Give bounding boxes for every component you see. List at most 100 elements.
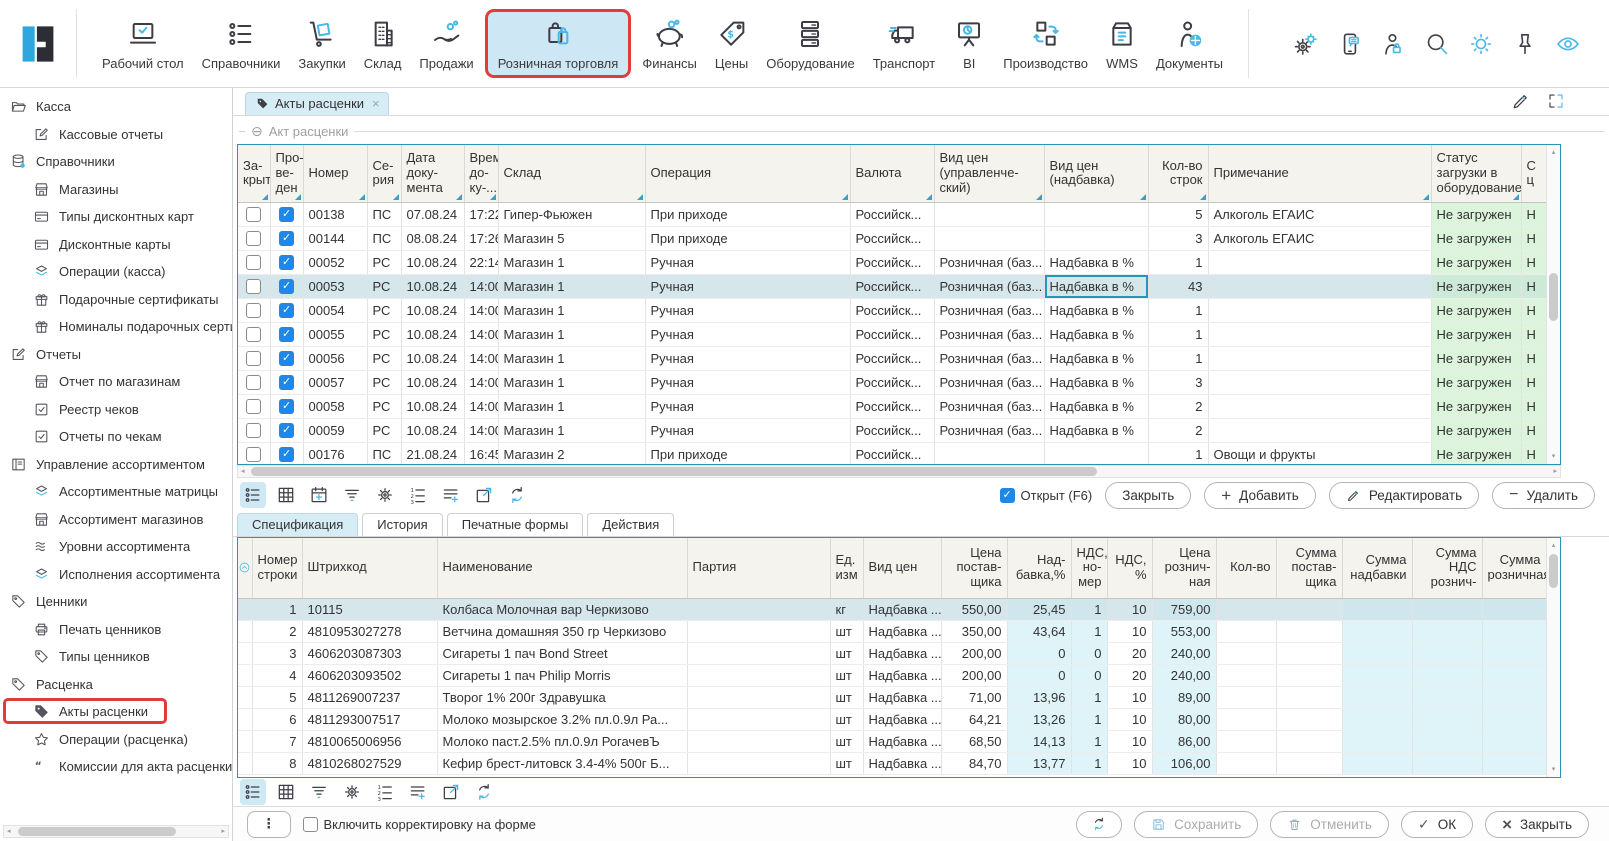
column-header[interactable]: Ед. изм [830,538,863,598]
closed-checkbox[interactable] [246,231,261,246]
column-header[interactable]: Вид цен [863,538,941,598]
calendar-icon[interactable] [306,482,332,508]
refresh-button[interactable] [1076,811,1122,838]
column-header[interactable]: Врем до-ку-... [464,145,498,202]
acts-vertical-scrollbar[interactable]: ▴ ▾ [1546,145,1560,464]
close-form-button[interactable]: Закрыть [1485,811,1589,838]
sidebar-item-print-price-tags[interactable]: Печать ценников [0,616,232,644]
spec-table-row[interactable]: 74810065006956Молоко паст.2.5% пл.0.9л Р… [238,730,1546,752]
add-button[interactable]: Добавить [1204,482,1316,509]
posted-checkbox[interactable] [279,279,294,294]
spec-table-row[interactable]: 44606203093502Сигареты 1 пач Philip Morr… [238,664,1546,686]
rows-view-icon[interactable] [240,779,266,805]
nav-item-purchases[interactable]: Закупки [289,10,354,77]
open-window-icon[interactable] [438,779,464,805]
sidebar-item-operations-pricing[interactable]: Операции (расценка) [0,726,232,754]
closed-checkbox[interactable] [246,207,261,222]
scroll-left-arrow-icon[interactable]: ◂ [241,466,245,477]
column-header[interactable]: Кол-во строк [1148,145,1208,202]
scroll-down-arrow-icon[interactable]: ▾ [1547,451,1560,462]
add-list-icon[interactable] [438,482,464,508]
add-list-icon[interactable] [405,779,431,805]
settings-gears-icon[interactable] [1293,31,1319,57]
column-header[interactable]: Цена постав-щика [941,538,1007,598]
sidebar-item-pricing-act-commissions[interactable]: Комиссии для акта расценки [0,753,232,781]
posted-checkbox[interactable] [279,447,294,462]
sidebar-item-discount-card-types[interactable]: Типы дисконтных карт [0,203,232,231]
column-header[interactable]: Цена рознич-ная [1152,538,1216,598]
column-header[interactable]: Штрихкод [302,538,437,598]
nav-item-finance[interactable]: Финансы [633,10,706,77]
sidebar-item-receipt-reports[interactable]: Отчеты по чекам [0,423,232,451]
user-lock-icon[interactable] [1380,31,1406,57]
ok-button[interactable]: ОК [1401,811,1473,838]
settings-gear-icon[interactable] [339,779,365,805]
spec-table-row[interactable]: 64811293007517Молоко мозырское 3.2% пл.0… [238,708,1546,730]
column-header[interactable]: Кол-во [1216,538,1276,598]
eye-icon[interactable] [1555,31,1581,57]
posted-checkbox[interactable] [279,375,294,390]
search-icon[interactable] [1424,31,1450,57]
nav-item-documents[interactable]: Документы [1147,10,1232,77]
pin-icon[interactable] [1512,31,1538,57]
settings-gear-icon[interactable] [372,482,398,508]
cancel-button[interactable]: Отменить [1270,811,1389,838]
column-header[interactable]: Дата доку-мента [401,145,464,202]
sidebar-item-kassa[interactable]: Касса [0,93,232,121]
column-header[interactable]: С ц [1521,145,1546,202]
filter-icon[interactable] [306,779,332,805]
nav-item-production[interactable]: Производство [994,10,1097,77]
sidebar-item-discount-cards[interactable]: Дисконтные карты [0,231,232,259]
scrollbar-thumb[interactable] [18,827,176,836]
column-header[interactable]: Партия [687,538,830,598]
sidebar-item-directories[interactable]: Справочники [0,148,232,176]
edit-form-icon[interactable] [1511,91,1531,111]
scroll-right-arrow-icon[interactable]: ▸ [1553,466,1557,477]
column-header[interactable]: НДС, % [1107,538,1152,598]
closed-checkbox[interactable] [246,447,261,462]
numbered-list-icon[interactable] [405,482,431,508]
spec-vertical-scrollbar[interactable]: ▴ ▾ [1546,538,1560,777]
refresh-icon[interactable] [471,779,497,805]
app-logo[interactable] [16,22,60,66]
refresh-icon[interactable] [504,482,530,508]
column-header[interactable]: Се-рия [367,145,401,202]
more-options-button[interactable]: ⋮ [247,811,291,838]
tab-acts-rascenki[interactable]: Акты расценки × [245,92,389,115]
nav-item-warehouse[interactable]: Склад [355,10,411,77]
posted-checkbox[interactable] [279,423,294,438]
posted-checkbox[interactable] [279,231,294,246]
sidebar-item-store-report[interactable]: Отчет по магазинам [0,368,232,396]
column-header[interactable]: Над-бавка,% [1007,538,1071,598]
sidebar-item-assortment-executions[interactable]: Исполнения ассортимента [0,561,232,589]
posted-checkbox[interactable] [279,255,294,270]
spec-table-row[interactable]: 84810268027529Кефир брест-литовск 3.4-4%… [238,752,1546,774]
acts-table-row[interactable]: 00053РС10.08.2414:00Магазин 1РучнаяРосси… [238,274,1546,298]
sidebar-item-assortment-levels[interactable]: Уровни ассортимента [0,533,232,561]
spec-table-row[interactable]: 34606203087303Сигареты 1 пач Bond Street… [238,642,1546,664]
scroll-left-arrow-icon[interactable]: ◂ [7,826,11,837]
sort-indicator-icon[interactable] [238,538,252,598]
sidebar-item-gift-certificates[interactable]: Подарочные сертификаты [0,286,232,314]
scroll-down-arrow-icon[interactable]: ▾ [1547,764,1560,775]
sidebar-item-pricing-acts[interactable]: Акты расценки [0,698,232,726]
acts-table-row[interactable]: 00059РС10.08.2414:00Магазин 1РучнаяРосси… [238,418,1546,442]
column-header[interactable]: Примечание [1208,145,1431,202]
nav-item-directories[interactable]: Справочники [193,10,290,77]
sidebar-item-store-assortment[interactable]: Ассортимент магазинов [0,506,232,534]
sidebar-horizontal-scrollbar[interactable]: ◂ ▸ [3,825,229,838]
sidebar-item-reports[interactable]: Отчеты [0,341,232,369]
nav-item-wms[interactable]: WMS [1097,10,1147,77]
close-document-button[interactable]: Закрыть [1105,482,1191,509]
sidebar-item-gift-denominations[interactable]: Номиналы подарочных серти [0,313,232,341]
scroll-right-arrow-icon[interactable]: ▸ [221,826,225,837]
column-header[interactable]: За-крыт [238,145,270,202]
posted-checkbox[interactable] [279,351,294,366]
sidebar-item-operations-kassa[interactable]: Операции (касса) [0,258,232,286]
acts-table-row[interactable]: 00057РС10.08.2414:00Магазин 1РучнаяРосси… [238,370,1546,394]
checkbox-unchecked[interactable] [303,817,318,832]
sidebar-item-price-tags[interactable]: Ценники [0,588,232,616]
sidebar-item-price-tag-types[interactable]: Типы ценников [0,643,232,671]
column-header[interactable]: Вид цен (управленче-ский) [934,145,1044,202]
sidebar-item-stores[interactable]: Магазины [0,176,232,204]
